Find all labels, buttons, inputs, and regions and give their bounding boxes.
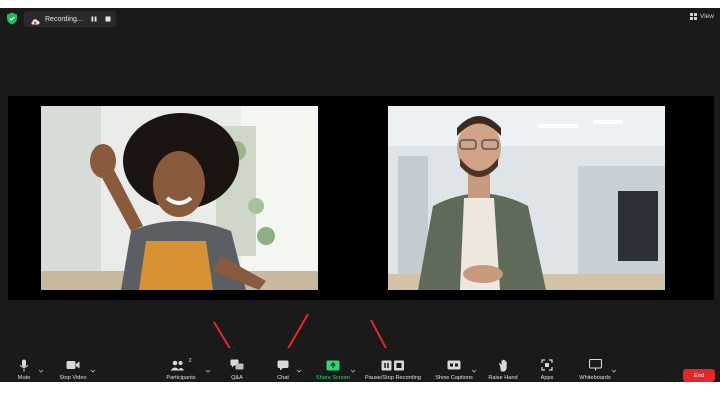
microphone-icon [19,358,29,372]
whiteboards-options-chevron-icon[interactable] [611,361,617,373]
mute-options-chevron-icon[interactable] [38,361,44,373]
view-label: View [700,13,714,20]
video-stage [8,96,714,300]
chat-label: Chat [277,375,289,381]
participant-2-video [388,106,665,290]
qa-speech-bubbles-icon [230,358,244,372]
grid-view-icon [690,13,698,20]
stop-video-label: Stop Video [59,375,87,381]
raise-hand-icon [498,358,509,372]
mute-label: Mute [17,375,31,381]
end-meeting-button[interactable]: End [683,369,715,382]
recording-indicator: Recording... [24,11,116,27]
captions-cc-icon [447,358,461,372]
share-options-chevron-icon[interactable] [350,361,356,373]
meeting-toolbar: Mute Stop Video 2 Participants Q&A Chat … [0,348,720,382]
meeting-window: Recording... View Mute Stop Video 2 Part… [0,8,720,382]
pause-stop-recording-label: Pause/Stop Recording [365,375,421,381]
pause-recording-icon[interactable] [89,14,99,24]
participants-button[interactable]: 2 Participants [154,358,208,381]
pause-stop-recording-icon [381,360,404,370]
apps-label: Apps [540,375,554,381]
apps-button[interactable]: Apps [520,358,574,381]
pause-stop-recording-button[interactable]: Pause/Stop Recording [365,358,421,381]
security-shield-icon[interactable] [6,12,18,25]
whiteboard-icon [588,358,602,372]
cloud-record-icon [30,14,40,25]
apps-icon [541,358,553,372]
share-screen-icon [326,358,340,372]
share-screen-label: Share Screen [315,375,351,381]
participant-1-video [41,106,318,290]
participants-count: 2 [188,358,192,364]
whiteboards-label: Whiteboards [579,375,611,381]
participant-video-tile-1[interactable] [41,106,318,290]
chat-options-chevron-icon[interactable] [296,361,302,373]
video-camera-icon [66,358,80,372]
raise-hand-label: Raise Hand [488,375,518,381]
participants-label: Participants [166,375,196,381]
recording-label: Recording... [45,15,83,23]
participants-icon: 2 [170,358,192,372]
video-options-chevron-icon[interactable] [90,361,96,373]
qa-label: Q&A [231,375,243,381]
top-bar: Recording... View [0,8,720,30]
chat-bubble-icon [277,358,289,372]
show-captions-label: Show Captions [435,375,473,381]
participant-video-tile-2[interactable] [388,106,665,290]
view-button[interactable]: View [690,13,714,20]
stop-recording-icon[interactable] [103,14,113,24]
